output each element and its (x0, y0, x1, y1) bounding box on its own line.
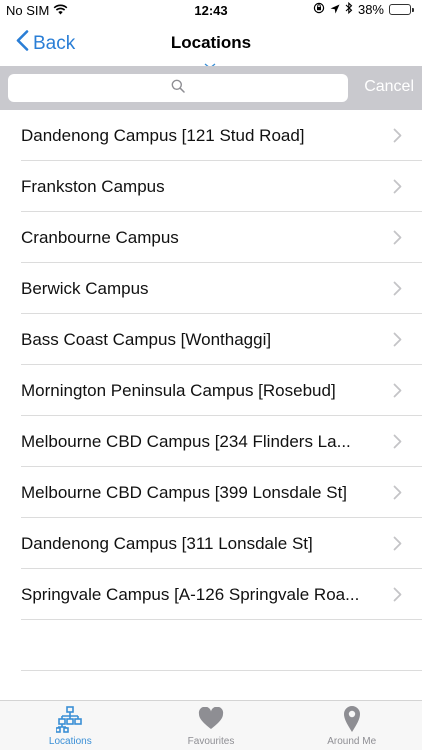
location-label: Dandenong Campus [121 Stud Road] (21, 125, 305, 145)
location-label: Cranbourne Campus (21, 227, 179, 247)
location-label: Bass Coast Campus [Wonthaggi] (21, 329, 272, 349)
tab-label: Locations (48, 736, 92, 747)
search-bar: Cancel (0, 66, 422, 110)
chevron-right-icon (393, 434, 402, 454)
location-list-item[interactable]: Dandenong Campus [121 Stud Road] (0, 110, 422, 161)
location-label: Melbourne CBD Campus [399 Lonsdale St] (21, 482, 348, 502)
chevron-right-icon (393, 128, 402, 148)
location-label: Berwick Campus (21, 278, 149, 298)
chevron-right-icon (393, 383, 402, 403)
navigation-bar: Back Locations (0, 22, 422, 69)
chevron-right-icon (393, 179, 402, 199)
map-pin-icon (343, 705, 361, 733)
location-label: Melbourne CBD Campus [234 Flinders La... (21, 431, 351, 451)
chevron-right-icon (393, 485, 402, 505)
location-list-item[interactable]: Bass Coast Campus [Wonthaggi] (0, 314, 422, 365)
location-list-item[interactable]: Dandenong Campus [311 Lonsdale St] (0, 518, 422, 569)
orientation-lock-icon (313, 2, 325, 17)
locations-list: Dandenong Campus [121 Stud Road] Franksto… (0, 110, 422, 620)
cancel-button[interactable]: Cancel (364, 78, 414, 96)
chevron-right-icon (393, 332, 402, 352)
location-list-item[interactable]: Springvale Campus [A-126 Springvale Roa.… (0, 569, 422, 620)
chevron-right-icon (393, 587, 402, 607)
heart-icon (198, 705, 224, 733)
bluetooth-icon (345, 1, 353, 17)
sitemap-icon (56, 705, 84, 733)
location-label: Mornington Peninsula Campus [Rosebud] (21, 380, 336, 400)
location-list-item[interactable]: Melbourne CBD Campus [234 Flinders La... (0, 416, 422, 467)
location-list-item[interactable]: Cranbourne Campus (0, 212, 422, 263)
tab-label: Favourites (187, 736, 235, 747)
location-label: Dandenong Campus [311 Lonsdale St] (21, 533, 313, 553)
status-right: 38% (313, 1, 414, 17)
tab-label: Around Me (327, 736, 377, 747)
location-list-item[interactable]: Frankston Campus (0, 161, 422, 212)
page-title: Locations (170, 33, 252, 52)
location-label: Springvale Campus [A-126 Springvale Roa.… (21, 584, 360, 604)
battery-percent: 38% (357, 2, 384, 17)
list-divider (21, 670, 422, 671)
location-list-item[interactable]: Melbourne CBD Campus [399 Lonsdale St] (0, 467, 422, 518)
search-field[interactable] (8, 74, 348, 102)
location-list-item[interactable]: Mornington Peninsula Campus [Rosebud] (0, 365, 422, 416)
location-label: Frankston Campus (21, 176, 165, 196)
chevron-right-icon (393, 536, 402, 556)
search-input[interactable] (8, 74, 348, 102)
chevron-right-icon (393, 230, 402, 250)
location-arrow-icon (330, 2, 340, 17)
tab-locations[interactable]: Locations (0, 701, 141, 750)
status-bar: No SIM 12:43 38% (0, 0, 422, 22)
tab-around-me[interactable]: Around Me (281, 701, 422, 750)
chevron-right-icon (393, 281, 402, 301)
tab-favourites[interactable]: Favourites (141, 701, 282, 750)
tab-bar: Locations Favourites Around Me (0, 700, 422, 750)
battery-icon (389, 4, 414, 15)
location-list-item[interactable]: Berwick Campus (0, 263, 422, 314)
